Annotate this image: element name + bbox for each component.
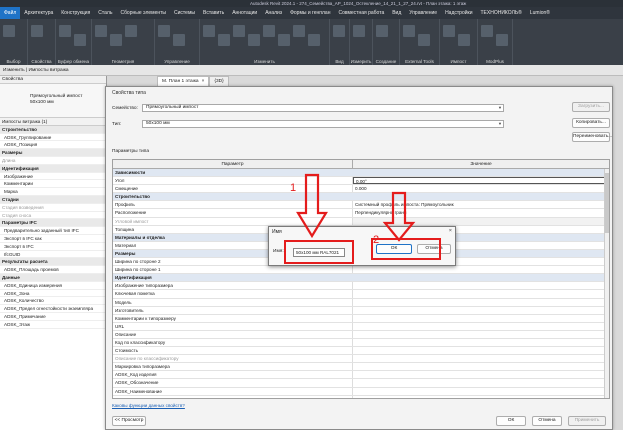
arrow-2-icon [382, 191, 416, 242]
arrow-1-icon [296, 173, 328, 239]
annotation-box-name-input [284, 240, 354, 264]
annotation-box-ok-button [371, 238, 441, 260]
annotation-overlay [296, 173, 416, 242]
annotation-label-1: 1 [290, 182, 297, 194]
annotation-label-2: 2 [373, 234, 380, 246]
